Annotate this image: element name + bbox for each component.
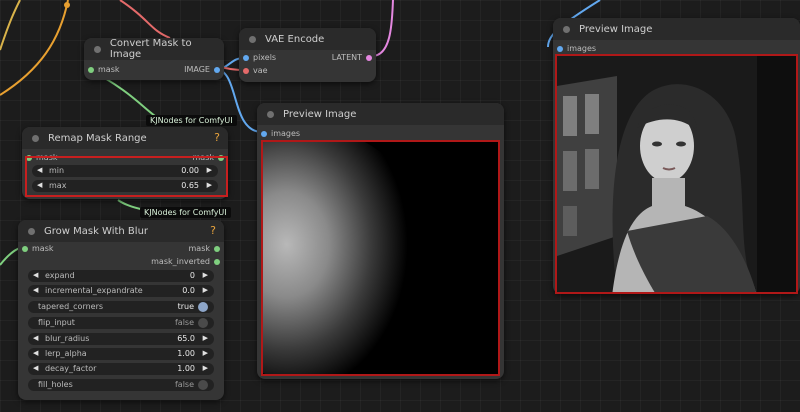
increment-arrow-icon[interactable]: ▶ [203, 334, 208, 342]
output-slot-mask[interactable] [214, 246, 220, 252]
decrement-arrow-icon[interactable]: ◀ [33, 334, 38, 342]
output-slot-image[interactable] [214, 67, 220, 73]
mask-gradient [263, 142, 423, 374]
slot-row: vae [239, 65, 376, 78]
node-title: Remap Mask Range [48, 132, 147, 144]
widget-value: 1.00 [177, 364, 195, 373]
widget-label: incremental_expandrate [45, 286, 143, 295]
grow-mask-with-blur-node[interactable]: Grow Mask With Blur ? mask mask mask_inv… [18, 220, 224, 400]
node-header[interactable]: VAE Encode [239, 28, 376, 50]
output-label: LATENT [331, 53, 362, 62]
increment-arrow-icon[interactable]: ▶ [203, 271, 208, 279]
widget-label: blur_radius [45, 334, 90, 343]
input-label: mask [98, 65, 120, 74]
fill-holes-toggle[interactable]: fill_holes false [28, 379, 214, 391]
widget-value: 1.00 [177, 349, 195, 358]
preview-image-node-right[interactable]: Preview Image images [553, 18, 800, 294]
decrement-arrow-icon[interactable]: ◀ [33, 349, 38, 357]
help-icon[interactable]: ? [214, 131, 220, 144]
portrait-illustration [557, 56, 796, 292]
toggle-off-icon[interactable] [198, 318, 208, 328]
output-label: IMAGE [184, 65, 210, 74]
collapse-dot-icon[interactable] [94, 45, 101, 53]
node-header[interactable]: Preview Image [553, 18, 800, 40]
increment-arrow-icon[interactable]: ▶ [203, 286, 208, 294]
node-title: Grow Mask With Blur [44, 225, 149, 237]
increment-arrow-icon[interactable]: ▶ [203, 364, 208, 372]
input-slot-images[interactable] [261, 131, 267, 137]
output-label: mask [188, 244, 211, 253]
slot-row: mask mask [18, 243, 224, 256]
decay-factor-widget[interactable]: ◀ decay_factor 1.00 ▶ [28, 363, 214, 375]
highlight-box-remap [25, 156, 228, 197]
input-slot-vae[interactable] [243, 68, 249, 74]
blur-radius-widget[interactable]: ◀ blur_radius 65.0 ▶ [28, 333, 214, 345]
node-header[interactable]: Grow Mask With Blur ? [18, 220, 224, 242]
decrement-arrow-icon[interactable]: ◀ [33, 286, 38, 294]
collapse-dot-icon[interactable] [28, 227, 35, 235]
widget-value: false [174, 380, 194, 389]
input-slot-pixels[interactable] [243, 55, 249, 61]
toggle-off-icon[interactable] [198, 380, 208, 390]
preview-image-node-middle[interactable]: Preview Image images [257, 103, 504, 379]
slot-row: mask IMAGE [84, 64, 224, 77]
widget-label: lerp_alpha [45, 349, 87, 358]
lerp-alpha-widget[interactable]: ◀ lerp_alpha 1.00 ▶ [28, 348, 214, 360]
toggle-on-icon[interactable] [198, 302, 208, 312]
flip-input-toggle[interactable]: flip_input false [28, 317, 214, 329]
node-pack-tooltip: KJNodes for ComfyUI [140, 207, 231, 218]
collapse-dot-icon[interactable] [249, 35, 256, 43]
collapse-dot-icon[interactable] [563, 25, 570, 33]
input-label: images [271, 129, 301, 138]
node-pack-tooltip: KJNodes for ComfyUI [146, 115, 237, 126]
help-icon[interactable]: ? [210, 224, 216, 237]
widget-value: 0 [189, 271, 195, 280]
node-title: Preview Image [283, 108, 357, 120]
node-title: Preview Image [579, 23, 653, 35]
collapse-dot-icon[interactable] [267, 110, 274, 118]
input-slot-mask[interactable] [22, 246, 28, 252]
node-header[interactable]: Preview Image [257, 103, 504, 125]
wire-orange [0, 0, 69, 96]
wire-red-top [119, 0, 171, 39]
node-header[interactable]: Convert Mask to Image [84, 38, 224, 60]
vae-encode-node[interactable]: VAE Encode pixels LATENT vae [239, 28, 376, 82]
portrait-preview-image[interactable] [555, 54, 798, 294]
widget-value: false [174, 318, 194, 327]
node-title: Convert Mask to Image [109, 38, 192, 60]
tapered-corners-toggle[interactable]: tapered_corners true [28, 301, 214, 313]
widget-label: expand [45, 271, 75, 280]
widget-label: flip_input [38, 318, 75, 327]
widget-value: 65.0 [177, 334, 195, 343]
output-label: mask_inverted [151, 257, 210, 266]
mask-preview-image[interactable] [261, 140, 500, 376]
widget-label: decay_factor [45, 364, 97, 373]
input-label: images [567, 44, 597, 53]
widget-value: true [177, 302, 194, 311]
wire-orange-dot [64, 2, 70, 8]
slot-row: mask_inverted [18, 256, 224, 269]
decrement-arrow-icon[interactable]: ◀ [33, 364, 38, 372]
input-label: mask [32, 244, 54, 253]
expand-widget[interactable]: ◀ expand 0 ▶ [28, 270, 214, 282]
collapse-dot-icon[interactable] [32, 134, 39, 142]
output-slot-mask-inverted[interactable] [214, 259, 220, 265]
slot-row: pixels LATENT [239, 52, 376, 65]
input-slot-images[interactable] [557, 46, 563, 52]
convert-mask-to-image-node[interactable]: Convert Mask to Image mask IMAGE [84, 38, 224, 80]
output-slot-latent[interactable] [366, 55, 372, 61]
wire-yellow [0, 0, 21, 51]
wire-mask-left [0, 247, 21, 266]
incremental-expandrate-widget[interactable]: ◀ incremental_expandrate 0.0 ▶ [28, 285, 214, 297]
widget-value: 0.0 [182, 286, 195, 295]
input-slot-mask[interactable] [88, 67, 94, 73]
widget-label: fill_holes [38, 380, 73, 389]
increment-arrow-icon[interactable]: ▶ [203, 349, 208, 357]
input-label: vae [253, 66, 268, 75]
widget-label: tapered_corners [38, 302, 104, 311]
node-header[interactable]: Remap Mask Range ? [22, 127, 228, 149]
input-label: pixels [253, 53, 277, 62]
decrement-arrow-icon[interactable]: ◀ [33, 271, 38, 279]
node-title: VAE Encode [265, 33, 325, 45]
